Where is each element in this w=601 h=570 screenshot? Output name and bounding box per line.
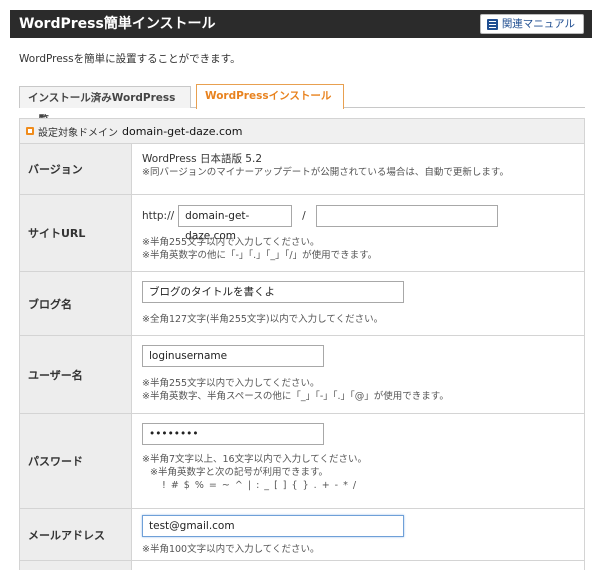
password-cell: •••••••• ※半角7文字以上、16文字以内で入力してください。 ※半角英数… bbox=[132, 414, 584, 508]
password-note-2: ※半角英数字と次の記号が利用できます。 bbox=[150, 467, 329, 478]
blog-name-label: ブログ名 bbox=[20, 272, 132, 335]
tab-installed-list[interactable]: インストール済みWordPress一覧 bbox=[19, 86, 191, 126]
username-note-1: ※半角255文字以内で入力してください。 bbox=[142, 378, 320, 389]
password-input[interactable]: •••••••• bbox=[142, 423, 324, 445]
password-symbols: ! # $ % = ~ ^ | : _ [ ] { } . + - * / bbox=[162, 480, 358, 491]
http-prefix: http:// bbox=[142, 210, 175, 222]
lead-text: WordPressを簡単に設置することができます。 bbox=[19, 53, 241, 65]
target-domain-label: 設定対象ドメイン bbox=[38, 127, 118, 139]
row-version: バージョン WordPress 日本語版 5.2 ※同バージョンのマイナーアップ… bbox=[20, 144, 584, 194]
tab-install[interactable]: WordPressインストール bbox=[196, 84, 344, 109]
related-manual-label: 関連マニュアル bbox=[501, 18, 575, 30]
username-input[interactable]: loginusername bbox=[142, 345, 324, 367]
book-icon bbox=[486, 18, 498, 30]
target-domain-value: domain-get-daze.com bbox=[122, 124, 243, 138]
row-next bbox=[20, 560, 584, 570]
password-label: パスワード bbox=[20, 414, 132, 508]
related-manual-button[interactable]: 関連マニュアル bbox=[479, 14, 584, 34]
row-blog-name: ブログ名 ブログのタイトルを書くよ ※全角127文字(半角255文字)以内で入力… bbox=[20, 271, 584, 335]
username-label: ユーザー名 bbox=[20, 336, 132, 413]
row-site-url: サイトURL http:// domain-get-daze.com / ※半角… bbox=[20, 194, 584, 271]
version-note: ※同バージョンのマイナーアップデートが公開されている場合は、自動で更新します。 bbox=[142, 167, 509, 178]
password-note-1: ※半角7文字以上、16文字以内で入力してください。 bbox=[142, 454, 368, 465]
username-note-2: ※半角英数字、半角スペースの他に「_」「-」「.」「@」が使用できます。 bbox=[142, 391, 449, 402]
blog-name-cell: ブログのタイトルを書くよ ※全角127文字(半角255文字)以内で入力してくださ… bbox=[132, 272, 584, 335]
target-domain-bar: 設定対象ドメイン domain-get-daze.com bbox=[19, 118, 585, 144]
page-header: WordPress簡単インストール 関連マニュアル bbox=[10, 10, 592, 38]
tab-bar: インストール済みWordPress一覧 WordPressインストール bbox=[19, 84, 585, 126]
row-password: パスワード •••••••• ※半角7文字以上、16文字以内で入力してください。… bbox=[20, 413, 584, 508]
install-form: バージョン WordPress 日本語版 5.2 ※同バージョンのマイナーアップ… bbox=[19, 144, 585, 570]
version-label: バージョン bbox=[20, 144, 132, 194]
email-note: ※半角100文字以内で入力してください。 bbox=[142, 544, 320, 555]
site-domain-select[interactable]: domain-get-daze.com bbox=[178, 205, 293, 242]
row-email: メールアドレス test@gmail.com ※半角100文字以内で入力してくだ… bbox=[20, 508, 584, 560]
blog-name-note: ※全角127文字(半角255文字)以内で入力してください。 bbox=[142, 314, 384, 325]
site-url-cell: http:// domain-get-daze.com / ※半角255文字以内… bbox=[132, 195, 584, 271]
site-path-input[interactable] bbox=[315, 205, 498, 227]
next-cell bbox=[132, 561, 584, 570]
row-username: ユーザー名 loginusername ※半角255文字以内で入力してください。… bbox=[20, 335, 584, 413]
email-input[interactable]: test@gmail.com bbox=[142, 515, 404, 537]
version-value: WordPress 日本語版 5.2 bbox=[142, 153, 262, 165]
page-title: WordPress簡単インストール bbox=[19, 16, 216, 32]
blog-name-input[interactable]: ブログのタイトルを書くよ bbox=[142, 281, 404, 303]
version-cell: WordPress 日本語版 5.2 ※同バージョンのマイナーアップデートが公開… bbox=[132, 144, 584, 194]
next-label bbox=[20, 561, 132, 570]
site-url-note-1: ※半角255文字以内で入力してください。 bbox=[142, 237, 320, 248]
site-url-note-2: ※半角英数字の他に「-」「.」「_」「/」が使用できます。 bbox=[142, 250, 378, 261]
email-label: メールアドレス bbox=[20, 509, 132, 560]
site-url-label: サイトURL bbox=[20, 195, 132, 271]
username-cell: loginusername ※半角255文字以内で入力してください。 ※半角英数… bbox=[132, 336, 584, 413]
email-cell: test@gmail.com ※半角100文字以内で入力してください。 bbox=[132, 509, 584, 560]
url-slash: / bbox=[302, 210, 306, 222]
square-marker-icon bbox=[26, 127, 34, 135]
